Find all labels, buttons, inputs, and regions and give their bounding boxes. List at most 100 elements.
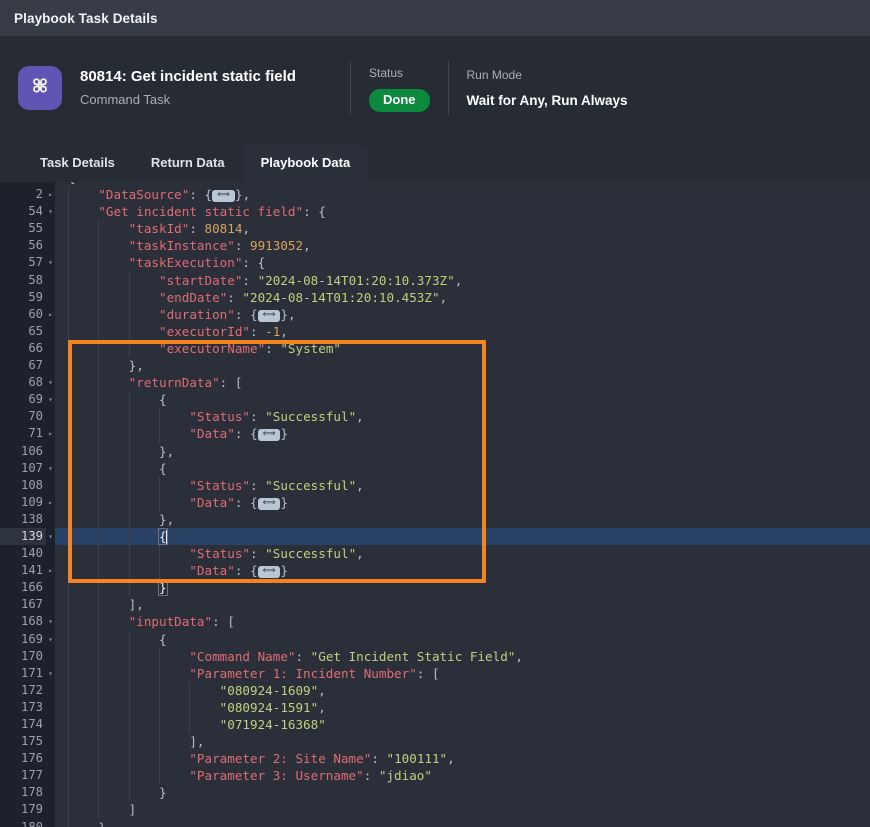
code-line[interactable]: 54▾ "Get incident static field": { [0,203,870,220]
code-line[interactable]: 138 }, [0,511,870,528]
indent-guide [68,323,69,340]
fold-placeholder [46,648,55,665]
fold-expanded-arrow-icon[interactable]: ▾ [46,391,55,408]
collapsed-block-widget[interactable]: ⟺ [258,429,281,441]
fold-expanded-arrow-icon[interactable]: ▾ [46,374,55,391]
code-line[interactable]: 176 "Parameter 2: Site Name": "100111", [0,750,870,767]
indent-guide [189,699,190,716]
code-line[interactable]: 71▸ "Data": {⟺} [0,425,870,442]
code-line[interactable]: 106 }, [0,443,870,460]
line-number: 176 [0,750,46,767]
line-number: 178 [0,784,46,801]
code-token: { [159,632,167,647]
fold-collapsed-arrow-icon[interactable]: ▸ [46,425,55,442]
code-line[interactable]: 108 "Status": "Successful", [0,477,870,494]
code-line[interactable]: 171▾ "Parameter 1: Incident Number": [ [0,665,870,682]
code-line[interactable]: 175 ], [0,733,870,750]
code-line[interactable]: 177 "Parameter 3: Username": "jdiao" [0,767,870,784]
code-line[interactable]: 59 "endDate": "2024-08-14T01:20:10.453Z"… [0,289,870,306]
code-line[interactable]: 173 "080924-1591", [0,699,870,716]
fold-expanded-arrow-icon[interactable]: ▾ [46,665,55,682]
code-line[interactable]: 139▾ { [0,528,870,545]
collapsed-block-widget[interactable]: ⟺ [212,190,235,202]
code-line[interactable]: 166 } [0,579,870,596]
fold-expanded-arrow-icon[interactable]: ▾ [46,631,55,648]
code-token: "Command Name" [189,649,295,664]
code-line[interactable]: 140 "Status": "Successful", [0,545,870,562]
code-line[interactable]: 58 "startDate": "2024-08-14T01:20:10.373… [0,272,870,289]
run-mode-value: Wait for Any, Run Always [467,91,628,111]
indent-guide [98,477,99,494]
indent-guide [68,254,69,271]
code-token: , [447,751,455,766]
code-text: ], [55,596,870,613]
code-line[interactable]: 107▾ { [0,460,870,477]
playbook-data-code-editor[interactable]: {2▸ "DataSource": {⟺},54▾ "Get incident … [0,182,870,827]
fold-expanded-arrow-icon[interactable]: ▾ [46,613,55,630]
code-line[interactable]: 170 "Command Name": "Get Incident Static… [0,648,870,665]
indent-guide [129,665,130,682]
collapsed-block-widget[interactable]: ⟺ [258,566,281,578]
fold-expanded-arrow-icon[interactable]: ▾ [46,528,55,545]
fold-expanded-arrow-icon[interactable]: ▾ [46,203,55,220]
tab-return-data[interactable]: Return Data [133,145,243,182]
code-line[interactable]: 168▾ "inputData": [ [0,613,870,630]
indent-guide [68,733,69,750]
code-line[interactable]: 2▸ "DataSource": {⟺}, [0,186,870,203]
indent-guide [68,391,69,408]
code-line[interactable]: 56 "taskInstance": 9913052, [0,237,870,254]
code-line[interactable]: 70 "Status": "Successful", [0,408,870,425]
code-token: , [242,221,250,236]
code-token: "100111" [386,751,447,766]
code-token: "executorId" [159,324,250,339]
code-token: }, [235,187,250,202]
code-line[interactable]: 65 "executorId": -1, [0,323,870,340]
code-token: "taskId" [129,221,190,236]
indent-guide [129,699,130,716]
indent-guide [98,511,99,528]
fold-collapsed-arrow-icon[interactable]: ▸ [46,562,55,579]
code-line[interactable]: 55 "taskId": 80814, [0,220,870,237]
fold-collapsed-arrow-icon[interactable]: ▸ [46,494,55,511]
fold-collapsed-arrow-icon[interactable]: ▸ [46,186,55,203]
code-token: "Status" [189,478,250,493]
fold-placeholder [46,272,55,289]
indent-guide [68,750,69,767]
code-line[interactable]: 179 ] [0,801,870,818]
code-line[interactable]: 57▾ "taskExecution": { [0,254,870,271]
code-text: "071924-16368" [55,716,870,733]
code-token: 80814 [205,221,243,236]
code-line[interactable]: 66 "executorName": "System" [0,340,870,357]
tab-playbook-data[interactable]: Playbook Data [243,145,369,182]
command-task-icon [18,66,62,110]
task-title: 80814: Get incident static field [80,67,336,87]
code-line[interactable]: 60▸ "duration": {⟺}, [0,306,870,323]
fold-collapsed-arrow-icon[interactable]: ▸ [46,306,55,323]
code-line[interactable]: 141▸ "Data": {⟺} [0,562,870,579]
code-line[interactable]: 178 } [0,784,870,801]
fold-expanded-arrow-icon[interactable]: ▾ [46,460,55,477]
code-token: }, [159,444,174,459]
line-number: 180 [0,819,46,827]
indent-guide [129,631,130,648]
line-number: 2 [0,186,46,203]
collapsed-block-widget[interactable]: ⟺ [258,498,281,510]
code-line[interactable]: 109▸ "Data": {⟺} [0,494,870,511]
collapsed-block-widget[interactable]: ⟺ [258,310,281,322]
line-number: 170 [0,648,46,665]
code-line[interactable]: 172 "080924-1609", [0,682,870,699]
code-line[interactable]: 180 } [0,819,870,827]
code-line[interactable]: 69▾ { [0,391,870,408]
indent-guide [129,391,130,408]
code-token: : { [235,307,258,322]
line-number: 168 [0,613,46,630]
code-line[interactable]: 67 }, [0,357,870,374]
code-line[interactable]: 174 "071924-16368" [0,716,870,733]
code-line[interactable]: 169▾ { [0,631,870,648]
tab-task-details[interactable]: Task Details [22,145,133,182]
code-line[interactable]: 167 ], [0,596,870,613]
code-text: { [55,460,870,477]
code-line[interactable]: 68▾ "returnData": [ [0,374,870,391]
fold-expanded-arrow-icon[interactable]: ▾ [46,254,55,271]
line-number: 57 [0,254,46,271]
